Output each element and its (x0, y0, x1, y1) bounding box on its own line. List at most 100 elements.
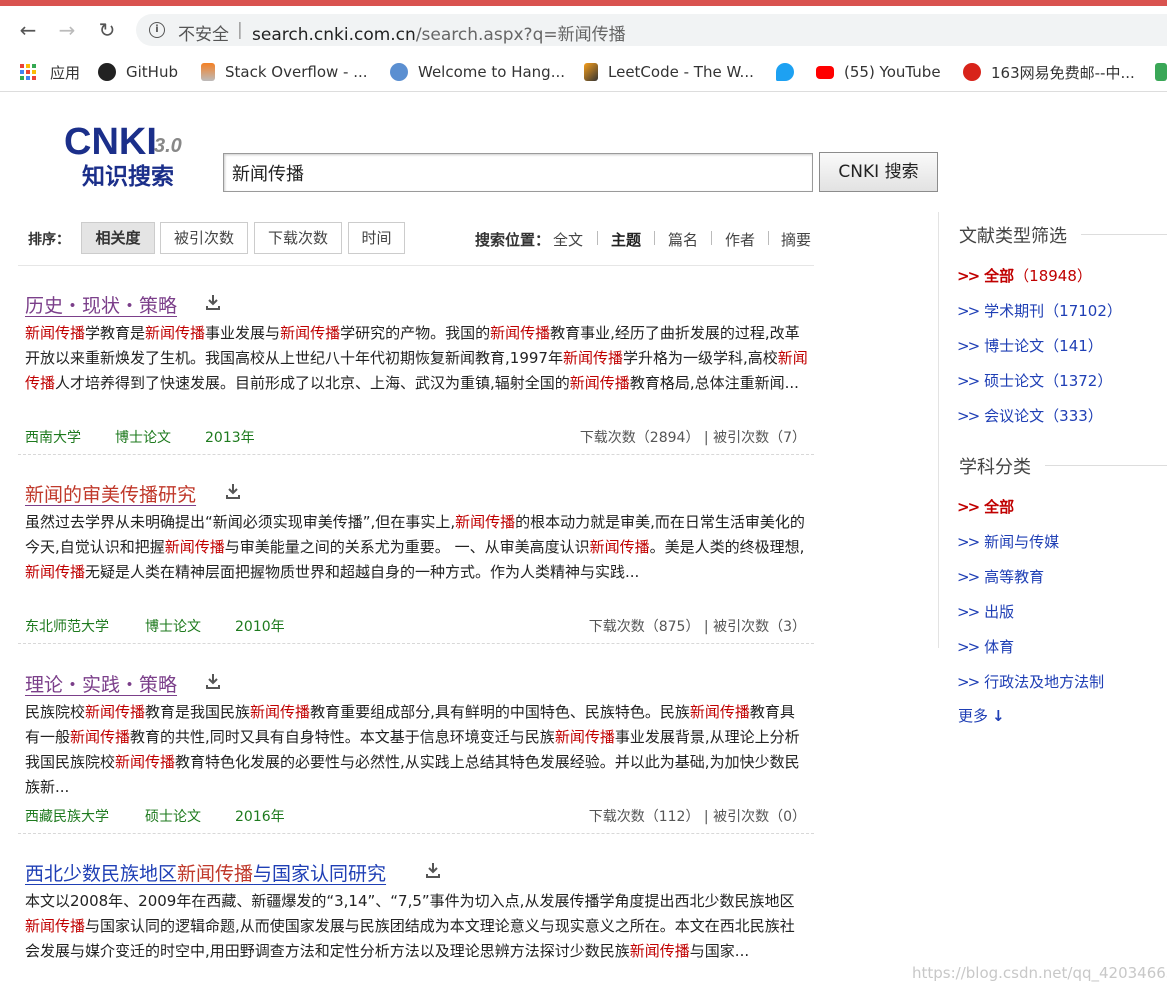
bookmark-label: Welcome to Hang... (418, 63, 566, 81)
filter-count: （1372） (1044, 372, 1113, 390)
filter-doc-conference[interactable]: >> 会议论文（333） (957, 405, 1103, 426)
bookmark-label: (55) YouTube (844, 63, 941, 81)
forward-icon[interactable]: → (56, 19, 78, 41)
filter-doc-all[interactable]: >> 全部（18948） (957, 265, 1092, 286)
bookmark-label: 163网易免费邮--中... (991, 63, 1135, 82)
text-segment: 学教育是 (85, 324, 146, 342)
cnki-logo-mark: CNKI 3.0 知识搜索 (32, 112, 182, 190)
scope-label: 搜索位置： (475, 231, 551, 249)
filter-count: （17102） (1044, 302, 1122, 320)
bookmark-github[interactable]: GitHub (98, 61, 178, 83)
omnibox[interactable]: i 不安全 | search.cnki.com.cn/search.aspx?q… (136, 14, 1167, 46)
result-source[interactable]: 东北师范大学 (25, 616, 145, 636)
bookmark-overflow[interactable] (1155, 61, 1167, 83)
sort-citations-button[interactable]: 被引次数 (160, 222, 248, 254)
keyword-highlight: 新闻传播 (554, 728, 615, 746)
watermark: https://blog.csdn.net/qq_42034665 (912, 964, 1167, 982)
result-item: 新闻的审美传播研究 虽然过去学界从未明确提出“新闻必须实现审美传播”,但在事实上… (18, 480, 814, 644)
heading-rule (1081, 234, 1167, 235)
bookmark-leetcode[interactable]: LeetCode - The W... (584, 61, 754, 83)
keyword-highlight: 传播 (120, 484, 159, 506)
arrow-down-icon: ↓ (992, 707, 1005, 725)
download-icon[interactable] (224, 482, 242, 500)
filter-doc-journal[interactable]: >> 学术期刊（17102） (957, 300, 1122, 321)
result-title-link[interactable]: 新闻的审美传播研究 (25, 480, 196, 507)
filter-subject-publishing[interactable]: >> 出版 (957, 601, 1014, 622)
result-abstract: 本文以2008年、2009年在西藏、新疆爆发的“3,14”、“7,5”事件为切入… (25, 889, 809, 964)
result-item: 历史・现状・策略 新闻传播学教育是新闻传播事业发展与新闻传播学研究的产物。我国的… (18, 291, 814, 455)
sort-bar-divider (18, 265, 814, 266)
back-icon[interactable]: ← (17, 19, 39, 41)
bookmark-label: LeetCode - The W... (608, 63, 754, 81)
filter-subject-journalism[interactable]: >> 新闻与传媒 (957, 531, 1059, 552)
result-title-link[interactable]: 历史・现状・策略 (25, 291, 177, 318)
result-year: 2016年 (235, 809, 285, 825)
keyword-highlight: 研究 (158, 484, 197, 506)
bookmark-163mail[interactable]: 163网易免费邮--中... (963, 61, 1135, 83)
result-citations: 被引次数（3） (713, 619, 806, 635)
download-icon[interactable] (424, 861, 442, 879)
result-title-link[interactable]: 西北少数民族地区新闻传播与国家认同研究 (25, 859, 386, 886)
download-icon[interactable] (204, 672, 222, 690)
bookmark-apps[interactable]: 应用 (20, 61, 80, 83)
info-icon[interactable]: i (149, 22, 165, 38)
scope-abstract[interactable]: 摘要 (781, 229, 811, 250)
address-bar-row: ← → ↻ i 不安全 | search.cnki.com.cn/search.… (0, 6, 1167, 52)
text-segment: 学研究的产物。我国的 (340, 324, 491, 342)
leetcode-icon (584, 63, 598, 81)
scope-author[interactable]: 作者 (725, 229, 755, 250)
result-divider (18, 833, 814, 834)
result-meta: 东北师范大学 博士论文 2010年 (25, 616, 285, 636)
keyword-highlight: 新闻传播 (70, 728, 131, 746)
scope-fulltext[interactable]: 全文 (553, 229, 583, 250)
chevron-double-right-icon: >> (957, 372, 980, 390)
search-input[interactable] (223, 153, 813, 192)
result-source[interactable]: 西藏民族大学 (25, 806, 145, 826)
logo-version-text: 3.0 (154, 135, 182, 157)
search-button[interactable]: CNKI 搜索 (819, 152, 938, 192)
sort-downloads-button[interactable]: 下载次数 (254, 222, 342, 254)
filter-subject-higher-edu[interactable]: >> 高等教育 (957, 566, 1044, 587)
text-segment: 人才培养得到了快速发展。目前形成了以北京、上海、武汉为重镇,辐射全国的 (55, 374, 570, 392)
text-segment: 历史・现状・策略 (25, 295, 178, 317)
result-divider (18, 643, 814, 644)
bookmark-twitter[interactable] (776, 61, 804, 83)
text-segment: 理论・实践・策略 (25, 674, 178, 696)
bookmark-stackoverflow[interactable]: Stack Overflow - ... (201, 61, 368, 83)
reload-icon[interactable]: ↻ (96, 19, 118, 41)
bookmark-youtube[interactable]: (55) YouTube (816, 61, 941, 83)
keyword-highlight: 新闻传播 (629, 942, 690, 960)
result-source[interactable]: 西南大学 (25, 427, 115, 447)
text-segment: 。美是人类的终极理想, (649, 538, 805, 556)
result-citations: 被引次数（0） (713, 809, 806, 825)
scope-title[interactable]: 篇名 (668, 229, 698, 250)
result-item: 理论・实践・策略 民族院校新闻传播教育是我国民族新闻传播教育重要组成部分,具有鲜… (18, 670, 814, 834)
scope-subject[interactable]: 主题 (611, 229, 641, 250)
keyword-highlight: 新闻传播 (25, 563, 86, 581)
sort-time-button[interactable]: 时间 (348, 222, 405, 254)
url-text[interactable]: search.cnki.com.cn/search.aspx?q=新闻传播 (252, 20, 626, 45)
chevron-double-right-icon: >> (957, 533, 980, 551)
security-label: 不安全 (178, 25, 229, 45)
filter-doc-phd[interactable]: >> 博士论文（141） (957, 335, 1103, 356)
bookmark-hang[interactable]: Welcome to Hang... (390, 61, 565, 83)
result-title-link[interactable]: 理论・实践・策略 (25, 670, 177, 697)
doc-type-filter-title: 文献类型筛选 (959, 226, 1067, 247)
result-downloads: 下载次数（2894） (579, 430, 700, 446)
sort-relevance-button[interactable]: 相关度 (81, 222, 155, 254)
text-segment: 与审美能量之间的关系尤为重要。 一、从审美高度认识 (224, 538, 590, 556)
more-subjects-link[interactable]: 更多 ↓ (958, 705, 1005, 726)
text-segment: 民族院校 (25, 703, 86, 721)
filter-subject-sports[interactable]: >> 体育 (957, 636, 1014, 657)
text-segment: 与国家... (689, 942, 750, 960)
download-icon[interactable] (204, 293, 222, 311)
filter-doc-master[interactable]: >> 硕士论文（1372） (957, 370, 1112, 391)
twitter-icon (776, 63, 794, 81)
filter-subject-admin-law[interactable]: >> 行政法及地方法制 (957, 671, 1104, 692)
cnki-logo[interactable]: CNKI 3.0 知识搜索 (24, 106, 204, 191)
text-segment: 教育的共性,同时又具有自身特性。本文基于信息环境变迁与民族 (130, 728, 555, 746)
logo-brand-text: CNKI (64, 121, 157, 163)
heading-rule (1045, 465, 1167, 466)
filter-subject-all[interactable]: >> 全部 (957, 496, 1014, 517)
bookmark-label: 应用 (50, 63, 81, 82)
